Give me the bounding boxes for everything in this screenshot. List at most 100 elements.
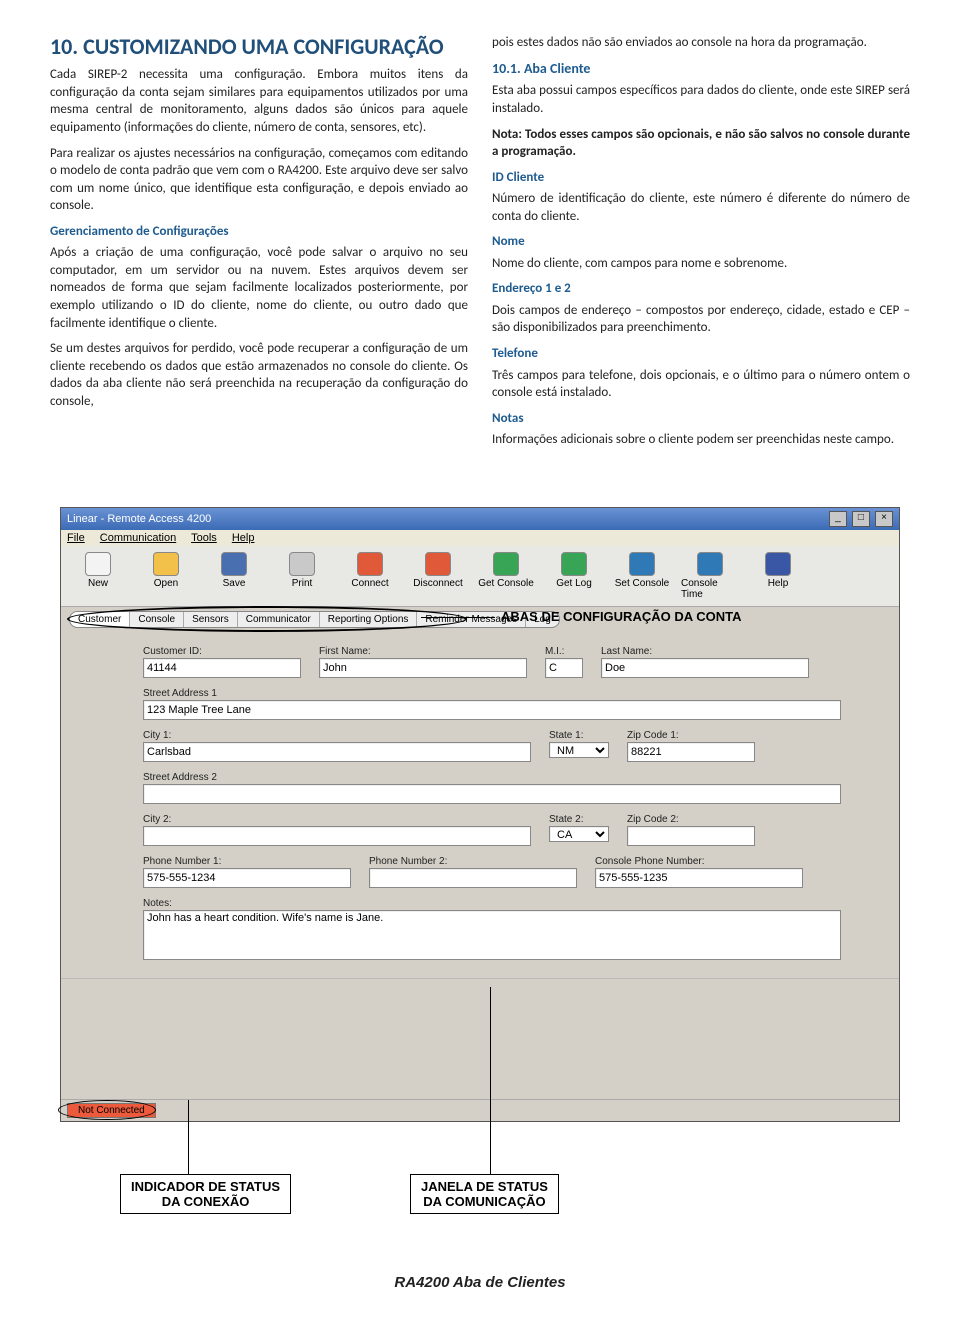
callout-line-left (188, 1100, 189, 1174)
paragraph: Três campos para telefone, dois opcionai… (492, 367, 910, 402)
get-log-icon (561, 552, 587, 576)
toolbar-label: Save (223, 578, 246, 589)
street1-input[interactable] (143, 700, 841, 720)
tab-customer[interactable]: Customer (70, 612, 130, 627)
customer-form: Customer ID: First Name: M.I.: Last Name… (61, 628, 899, 978)
label-phone1: Phone Number 1: (143, 856, 351, 867)
paragraph-note: Nota: Todos esses campos são opcionais, … (492, 126, 910, 161)
tab-console[interactable]: Console (130, 612, 184, 627)
tab-sensors[interactable]: Sensors (184, 612, 238, 627)
get-log-button[interactable]: Get Log (545, 552, 603, 600)
maximize-button[interactable]: □ (852, 511, 870, 527)
menu-help[interactable]: Help (232, 532, 255, 544)
save-button[interactable]: Save (205, 552, 263, 600)
city1-input[interactable] (143, 742, 531, 762)
city2-input[interactable] (143, 826, 531, 846)
annotation-callouts: INDICADOR DE STATUS DA CONEXÃO JANELA DE… (60, 1122, 900, 1272)
label-notes: Notes: (143, 898, 841, 909)
toolbar-label: Get Log (556, 578, 592, 589)
paragraph: Após a criação de uma configuração, você… (50, 244, 468, 332)
street2-input[interactable] (143, 784, 841, 804)
figure-caption: RA4200 Aba de Clientes (0, 1274, 960, 1291)
open-button[interactable]: Open (137, 552, 195, 600)
last-name-input[interactable] (601, 658, 809, 678)
term-id-cliente: ID Cliente (492, 169, 910, 187)
callout-text: INDICADOR DE STATUS DA CONEXÃO (131, 1179, 280, 1209)
toolbar-label: Open (154, 578, 178, 589)
toolbar-label: Disconnect (413, 578, 462, 589)
paragraph: Dois campos de endereço – compostos por … (492, 302, 910, 337)
label-phone2: Phone Number 2: (369, 856, 577, 867)
console-phone-input[interactable] (595, 868, 803, 888)
label-last-name: Last Name: (601, 646, 809, 657)
menubar: File Communication Tools Help (61, 530, 899, 546)
paragraph: Esta aba possui campos específicos para … (492, 82, 910, 117)
label-city1: City 1: (143, 730, 531, 741)
disconnect-button[interactable]: Disconnect (409, 552, 467, 600)
set-console-button[interactable]: Set Console (613, 552, 671, 600)
get-console-button[interactable]: Get Console (477, 552, 535, 600)
term-nome: Nome (492, 233, 910, 251)
disconnect-icon (425, 552, 451, 576)
customer-id-input[interactable] (143, 658, 301, 678)
mi-input[interactable] (545, 658, 583, 678)
subsection-title: Aba Cliente (524, 60, 591, 77)
section-title-text: CUSTOMIZANDO UMA CONFIGURAÇÃO (83, 33, 443, 60)
paragraph: Informações adicionais sobre o cliente p… (492, 431, 910, 449)
menu-communication[interactable]: Communication (100, 532, 176, 544)
menu-file[interactable]: File (67, 532, 85, 544)
paragraph: Para realizar os ajustes necessários na … (50, 145, 468, 215)
first-name-input[interactable] (319, 658, 527, 678)
label-city2: City 2: (143, 814, 531, 825)
zip1-input[interactable] (627, 742, 755, 762)
tab-communicator[interactable]: Communicator (238, 612, 320, 627)
state1-select[interactable]: NM (549, 742, 609, 758)
close-button[interactable]: × (875, 511, 893, 527)
minimize-button[interactable]: _ (829, 511, 847, 527)
term-notas: Notas (492, 410, 910, 428)
window-titlebar: Linear - Remote Access 4200 _ □ × (61, 508, 899, 530)
section-heading: 10. CUSTOMIZANDO UMA CONFIGURAÇÃO (50, 34, 468, 60)
subsection-number: 10.1. (492, 60, 521, 77)
set-console-icon (629, 552, 655, 576)
label-customer-id: Customer ID: (143, 646, 301, 657)
label-zip1: Zip Code 1: (627, 730, 755, 741)
two-column-layout: 10. CUSTOMIZANDO UMA CONFIGURAÇÃO Cada S… (50, 30, 910, 457)
help-icon (765, 552, 791, 576)
zip2-input[interactable] (627, 826, 755, 846)
subheading-gerenciamento: Gerenciamento de Configurações (50, 223, 468, 241)
console-time-button[interactable]: Console Time (681, 552, 739, 600)
notes-textarea[interactable] (143, 910, 841, 960)
tab-bar: CustomerConsoleSensorsCommunicatorReport… (61, 607, 899, 628)
connect-icon (357, 552, 383, 576)
menu-tools[interactable]: Tools (191, 532, 217, 544)
phone2-input[interactable] (369, 868, 577, 888)
subsection-heading: 10.1. Aba Cliente (492, 60, 910, 79)
get-console-icon (493, 552, 519, 576)
left-column: 10. CUSTOMIZANDO UMA CONFIGURAÇÃO Cada S… (50, 30, 468, 457)
note-text: Nota: Todos esses campos são opcionais, … (492, 127, 910, 160)
term-telefone: Telefone (492, 345, 910, 363)
callout-comm-status: JANELA DE STATUS DA COMUNICAÇÃO (410, 1174, 559, 1214)
label-street2: Street Address 2 (143, 772, 841, 783)
callout-line-right (490, 987, 491, 1174)
toolbar-label: Get Console (478, 578, 534, 589)
state2-select[interactable]: CA (549, 826, 609, 842)
term-endereco: Endereço 1 e 2 (492, 280, 910, 298)
tabs-container: CustomerConsoleSensorsCommunicatorReport… (69, 611, 560, 628)
tab-reporting-options[interactable]: Reporting Options (320, 612, 418, 627)
console-time-icon (697, 552, 723, 576)
new-icon (85, 552, 111, 576)
section-number: 10. (50, 33, 78, 60)
toolbar-label: Set Console (615, 578, 669, 589)
new-button[interactable]: New (69, 552, 127, 600)
connect-button[interactable]: Connect (341, 552, 399, 600)
help-button[interactable]: Help (749, 552, 807, 600)
window-title: Linear - Remote Access 4200 (67, 513, 211, 525)
label-state2: State 2: (549, 814, 609, 825)
callout-text: JANELA DE STATUS DA COMUNICAÇÃO (421, 1179, 548, 1209)
phone1-input[interactable] (143, 868, 351, 888)
callout-connection-status: INDICADOR DE STATUS DA CONEXÃO (120, 1174, 291, 1214)
paragraph: pois estes dados não são enviados ao con… (492, 34, 910, 52)
print-button[interactable]: Print (273, 552, 331, 600)
